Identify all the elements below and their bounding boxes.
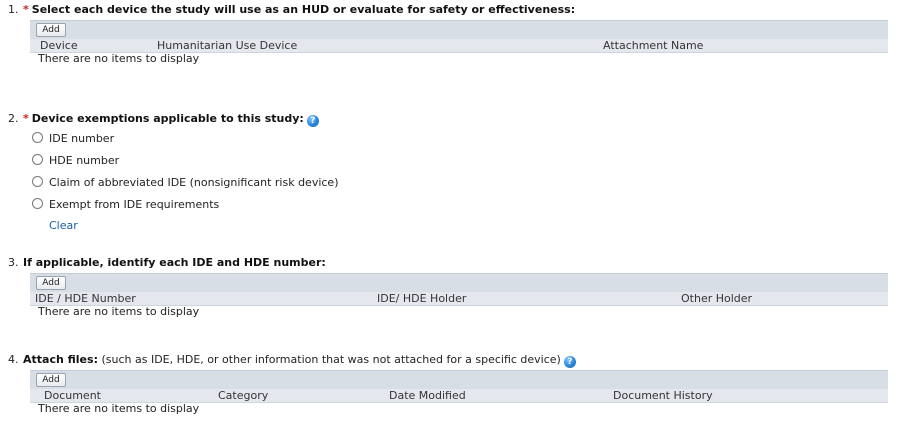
question-1-title: 1. * Select each device the study will use… (8, 3, 888, 17)
column-header-attachment[interactable]: Attachment Name (603, 39, 703, 52)
radio-button[interactable] (32, 198, 43, 209)
grid-header: Document Category Date Modified Document… (30, 389, 888, 403)
radio-option-exempt[interactable]: Exempt from IDE requirements (32, 194, 888, 216)
required-marker: * (23, 112, 29, 125)
question-2-title: 2. * Device exemptions applicable to this … (8, 112, 888, 127)
question-3: 3. If applicable, identify each IDE and H… (8, 256, 888, 318)
help-icon[interactable]: ? (306, 115, 319, 127)
question-label: Device exemptions applicable to this stu… (31, 112, 304, 125)
column-header-other-holder[interactable]: Other Holder (681, 292, 752, 305)
column-header-ide-hde-number[interactable]: IDE / HDE Number (35, 292, 136, 305)
question-1: 1. * Select each device the study will use… (8, 3, 888, 65)
add-button[interactable]: Add (36, 276, 66, 290)
radio-label: Claim of abbreviated IDE (nonsignificant… (49, 176, 339, 189)
empty-message: There are no items to display (38, 52, 200, 65)
radio-button[interactable] (32, 176, 43, 187)
grid-header: Device Humanitarian Use Device Attachmen… (30, 39, 888, 53)
question-label: If applicable, identify each IDE and HDE… (23, 256, 326, 269)
question-4-title: 4. Attach files: (such as IDE, HDE, or ot… (8, 353, 888, 368)
question-label: Attach files: (23, 353, 98, 366)
required-marker: * (23, 3, 29, 16)
empty-message: There are no items to display (38, 402, 200, 415)
column-header-device[interactable]: Device (40, 39, 78, 52)
add-button[interactable]: Add (36, 23, 66, 37)
question-number: 1. (8, 3, 19, 16)
column-header-document-history[interactable]: Document History (613, 389, 713, 402)
question-note: (such as IDE, HDE, or other information … (101, 353, 561, 366)
empty-message: There are no items to display (38, 305, 200, 318)
grid-header: IDE / HDE Number IDE/ HDE Holder Other H… (30, 292, 888, 306)
grid-toolbar: Add (30, 273, 888, 292)
column-header-ide-hde-holder[interactable]: IDE/ HDE Holder (377, 292, 466, 305)
question-label: Select each device the study will use as… (31, 3, 576, 16)
column-header-hud[interactable]: Humanitarian Use Device (157, 39, 297, 52)
question-number: 3. (8, 256, 19, 269)
radio-option-abbreviated-ide[interactable]: Claim of abbreviated IDE (nonsignificant… (32, 172, 888, 194)
question-4: 4. Attach files: (such as IDE, HDE, or ot… (8, 353, 888, 415)
radio-option-hde-number[interactable]: HDE number (32, 150, 888, 172)
question-number: 2. (8, 112, 19, 125)
grid-toolbar: Add (30, 370, 888, 389)
grid-toolbar: Add (30, 20, 888, 39)
question-2: 2. * Device exemptions applicable to this … (8, 112, 888, 236)
radio-button[interactable] (32, 132, 43, 143)
question-number: 4. (8, 353, 19, 366)
radio-button[interactable] (32, 154, 43, 165)
clear-link[interactable]: Clear (49, 216, 888, 236)
radio-label: Exempt from IDE requirements (49, 198, 220, 211)
radio-option-ide-number[interactable]: IDE number (32, 128, 888, 150)
column-header-category[interactable]: Category (218, 389, 268, 402)
column-header-date-modified[interactable]: Date Modified (389, 389, 466, 402)
radio-label: IDE number (49, 132, 115, 145)
question-3-title: 3. If applicable, identify each IDE and H… (8, 256, 888, 270)
radio-label: HDE number (49, 154, 120, 167)
add-button[interactable]: Add (36, 373, 66, 387)
column-header-document[interactable]: Document (44, 389, 101, 402)
help-icon[interactable]: ? (563, 356, 576, 368)
